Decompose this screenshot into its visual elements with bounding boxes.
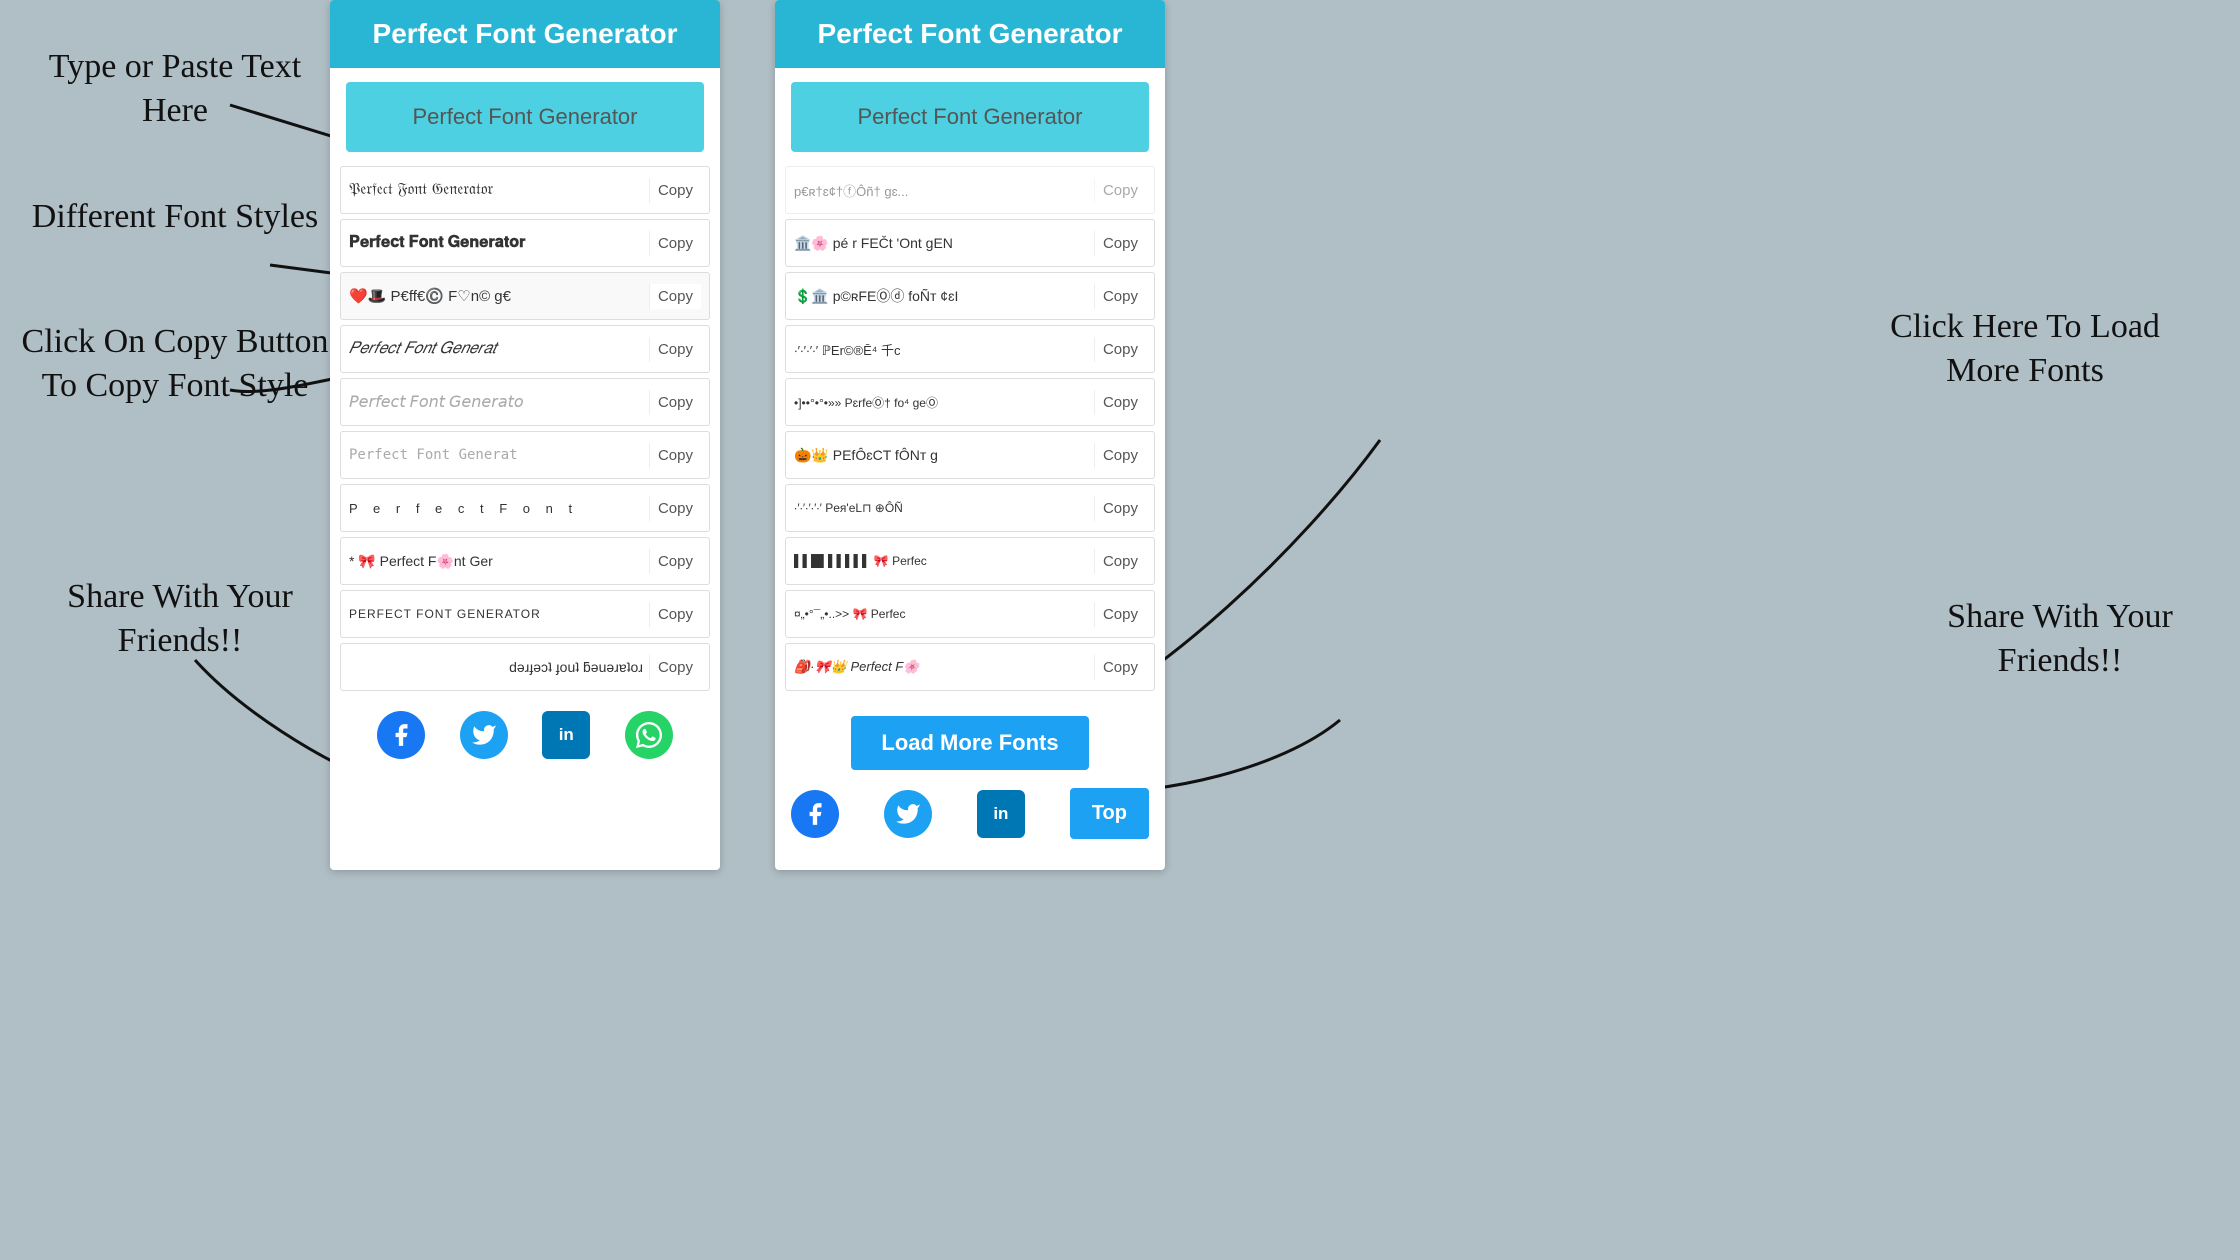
copy-btn-9[interactable]: Copy: [649, 602, 701, 627]
right-phone-panel: Perfect Font Generator Perfect Font Gene…: [775, 0, 1165, 870]
copy-btn-4[interactable]: Copy: [649, 337, 701, 362]
font-row-6: 𝙿𝚎𝚛𝚏𝚎𝚌𝚝 𝙵𝚘𝚗𝚝 𝙶𝚎𝚗𝚎𝚛𝚊𝚝 Copy: [340, 431, 710, 479]
facebook-icon-left[interactable]: [377, 711, 425, 759]
font-text-10: ɹoʇɐɹǝuǝƃ ʇuoɟ ʇɔǝɟɹǝd: [349, 659, 643, 675]
font-text-5: 𝘗𝘦𝘳𝘧𝘦𝘤𝘵 𝘍𝘰𝘯𝘵 𝘎𝘦𝘯𝘦𝘳𝘢𝘵𝘰: [349, 392, 643, 412]
font-row-r1: 🏛️🌸 pé r FEČt 'Ont gEN Copy: [785, 219, 1155, 267]
copy-btn-10[interactable]: Copy: [649, 655, 701, 680]
annotation-different-fonts: Different Font Styles: [30, 195, 320, 239]
left-phone-panel: Perfect Font Generator Perfect Font Gene…: [330, 0, 720, 870]
font-text-r9: 🎒·🎀👑 Perfect F🌸: [794, 659, 1088, 675]
copy-btn-7[interactable]: Copy: [649, 496, 701, 521]
annotation-share-right: Share With Your Friends!!: [1920, 595, 2200, 683]
font-text-r3: ∙′∙′∙′∙′ ℙEr©®Ē⁴ 千c: [794, 340, 1088, 359]
twitter-icon-left[interactable]: [460, 711, 508, 759]
text-input-right[interactable]: Perfect Font Generator: [791, 82, 1149, 152]
font-text-1: 𝔓𝔢𝔯𝔣𝔢𝔠𝔱 𝔉𝔬𝔫𝔱 𝔊𝔢𝔫𝔢𝔯𝔞𝔱𝔬𝔯: [349, 181, 643, 199]
font-row-7: P e r f e c t F o n t Copy: [340, 484, 710, 532]
text-input-left[interactable]: Perfect Font Generator: [346, 82, 704, 152]
twitter-icon-right[interactable]: [884, 790, 932, 838]
font-text-r5: 🎃👑 PEfÔɛCT fÔNт g: [794, 447, 1088, 464]
font-text-r6: ∙′∙′∙′∙′∙′ Pея'eL⊓ ⊕ÔÑ: [794, 501, 1088, 515]
copy-btn-6[interactable]: Copy: [649, 443, 701, 468]
copy-btn-5[interactable]: Copy: [649, 390, 701, 415]
font-text-r4: •]••°•°•»» PɛrfeⓄ† fo⁴ geⓄ: [794, 394, 1088, 411]
font-text-r1: 🏛️🌸 pé r FEČt 'Ont gEN: [794, 235, 1088, 252]
linkedin-icon-left[interactable]: in: [542, 711, 590, 759]
font-row-r4: •]••°•°•»» PɛrfeⓄ† fo⁴ geⓄ Copy: [785, 378, 1155, 426]
load-more-button[interactable]: Load More Fonts: [851, 716, 1088, 770]
right-panel-title: Perfect Font Generator: [791, 18, 1149, 50]
font-row-r9: 🎒·🎀👑 Perfect F🌸 Copy: [785, 643, 1155, 691]
top-button[interactable]: Top: [1070, 788, 1149, 839]
font-row-r5: 🎃👑 PEfÔɛCT fÔNт g Copy: [785, 431, 1155, 479]
copy-btn-r3[interactable]: Copy: [1094, 337, 1146, 362]
font-row-1: 𝔓𝔢𝔯𝔣𝔢𝔠𝔱 𝔉𝔬𝔫𝔱 𝔊𝔢𝔫𝔢𝔯𝔞𝔱𝔬𝔯 Copy: [340, 166, 710, 214]
annotation-share-left: Share With Your Friends!!: [50, 575, 310, 663]
font-text-r7: ▌▌█▌▌▌▌▌▌ 🎀 Perfec: [794, 554, 1088, 568]
font-text-6: 𝙿𝚎𝚛𝚏𝚎𝚌𝚝 𝙵𝚘𝚗𝚝 𝙶𝚎𝚗𝚎𝚛𝚊𝚝: [349, 447, 643, 463]
font-text-9: PERFECT FONT GENERATOR: [349, 607, 643, 621]
font-row-r8: ¤„•°¯„•..>> 🎀 Perfec Copy: [785, 590, 1155, 638]
copy-btn-r6[interactable]: Copy: [1094, 496, 1146, 521]
font-row-r0: p€ʀ†ɛ¢†ⓕÔñ† gɛ... Copy: [785, 166, 1155, 214]
font-row-9: PERFECT FONT GENERATOR Copy: [340, 590, 710, 638]
annotation-type-paste: Type or Paste Text Here: [30, 45, 320, 133]
copy-btn-r2[interactable]: Copy: [1094, 284, 1146, 309]
annotation-click-copy: Click On Copy Button To Copy Font Style: [20, 320, 330, 408]
font-text-r8: ¤„•°¯„•..>> 🎀 Perfec: [794, 607, 1088, 621]
copy-btn-3[interactable]: Copy: [649, 284, 701, 309]
copy-btn-r9[interactable]: Copy: [1094, 655, 1146, 680]
copy-btn-r7[interactable]: Copy: [1094, 549, 1146, 574]
font-row-r7: ▌▌█▌▌▌▌▌▌ 🎀 Perfec Copy: [785, 537, 1155, 585]
copy-btn-r4[interactable]: Copy: [1094, 390, 1146, 415]
copy-btn-2[interactable]: Copy: [649, 231, 701, 256]
font-text-r0: p€ʀ†ɛ¢†ⓕÔñ† gɛ...: [794, 181, 1088, 200]
font-text-2: 𝐏𝐞𝐫𝐟𝐞𝐜𝐭 𝐅𝐨𝐧𝐭 𝐆𝐞𝐧𝐞𝐫𝐚𝐭𝐨𝐫: [349, 234, 643, 252]
font-text-7: P e r f e c t F o n t: [349, 501, 643, 516]
annotation-load-more: Click Here To Load More Fonts: [1870, 305, 2180, 393]
social-row-left: in: [330, 699, 720, 775]
facebook-icon-right[interactable]: [791, 790, 839, 838]
left-panel-header: Perfect Font Generator: [330, 0, 720, 68]
copy-btn-r1[interactable]: Copy: [1094, 231, 1146, 256]
copy-btn-1[interactable]: Copy: [649, 178, 701, 203]
copy-btn-r5[interactable]: Copy: [1094, 443, 1146, 468]
right-panel-header: Perfect Font Generator: [775, 0, 1165, 68]
font-row-8: * 🎀 Perfect F🌸nt Ger Copy: [340, 537, 710, 585]
copy-btn-8[interactable]: Copy: [649, 549, 701, 574]
font-row-r6: ∙′∙′∙′∙′∙′ Pея'eL⊓ ⊕ÔÑ Copy: [785, 484, 1155, 532]
font-text-4: 𝑃𝑒𝑟𝑓𝑒𝑐𝑡 𝐹𝑜𝑛𝑡 𝐺𝑒𝑛𝑒𝑟𝑎𝑡: [349, 340, 643, 358]
copy-btn-r8[interactable]: Copy: [1094, 602, 1146, 627]
font-row-r3: ∙′∙′∙′∙′ ℙEr©®Ē⁴ 千c Copy: [785, 325, 1155, 373]
copy-btn-r0[interactable]: Copy: [1094, 178, 1146, 203]
font-row-3: ❤️🎩 P€ff€©️ F♡n© g€ Copy: [340, 272, 710, 320]
linkedin-icon-right[interactable]: in: [977, 790, 1025, 838]
whatsapp-icon-left[interactable]: [625, 711, 673, 759]
social-row-right: in Top: [775, 780, 1165, 847]
font-row-10: ɹoʇɐɹǝuǝƃ ʇuoɟ ʇɔǝɟɹǝd Copy: [340, 643, 710, 691]
font-text-3: ❤️🎩 P€ff€©️ F♡n© g€: [349, 287, 643, 305]
left-panel-title: Perfect Font Generator: [346, 18, 704, 50]
font-row-r2: 💲🏛️ p©ʀFEⓄⓓ foÑт ¢ɛI Copy: [785, 272, 1155, 320]
font-row-5: 𝘗𝘦𝘳𝘧𝘦𝘤𝘵 𝘍𝘰𝘯𝘵 𝘎𝘦𝘯𝘦𝘳𝘢𝘵𝘰 Copy: [340, 378, 710, 426]
font-row-4: 𝑃𝑒𝑟𝑓𝑒𝑐𝑡 𝐹𝑜𝑛𝑡 𝐺𝑒𝑛𝑒𝑟𝑎𝑡 Copy: [340, 325, 710, 373]
font-row-2: 𝐏𝐞𝐫𝐟𝐞𝐜𝐭 𝐅𝐨𝐧𝐭 𝐆𝐞𝐧𝐞𝐫𝐚𝐭𝐨𝐫 Copy: [340, 219, 710, 267]
font-text-8: * 🎀 Perfect F🌸nt Ger: [349, 553, 643, 570]
font-text-r2: 💲🏛️ p©ʀFEⓄⓓ foÑт ¢ɛI: [794, 286, 1088, 306]
